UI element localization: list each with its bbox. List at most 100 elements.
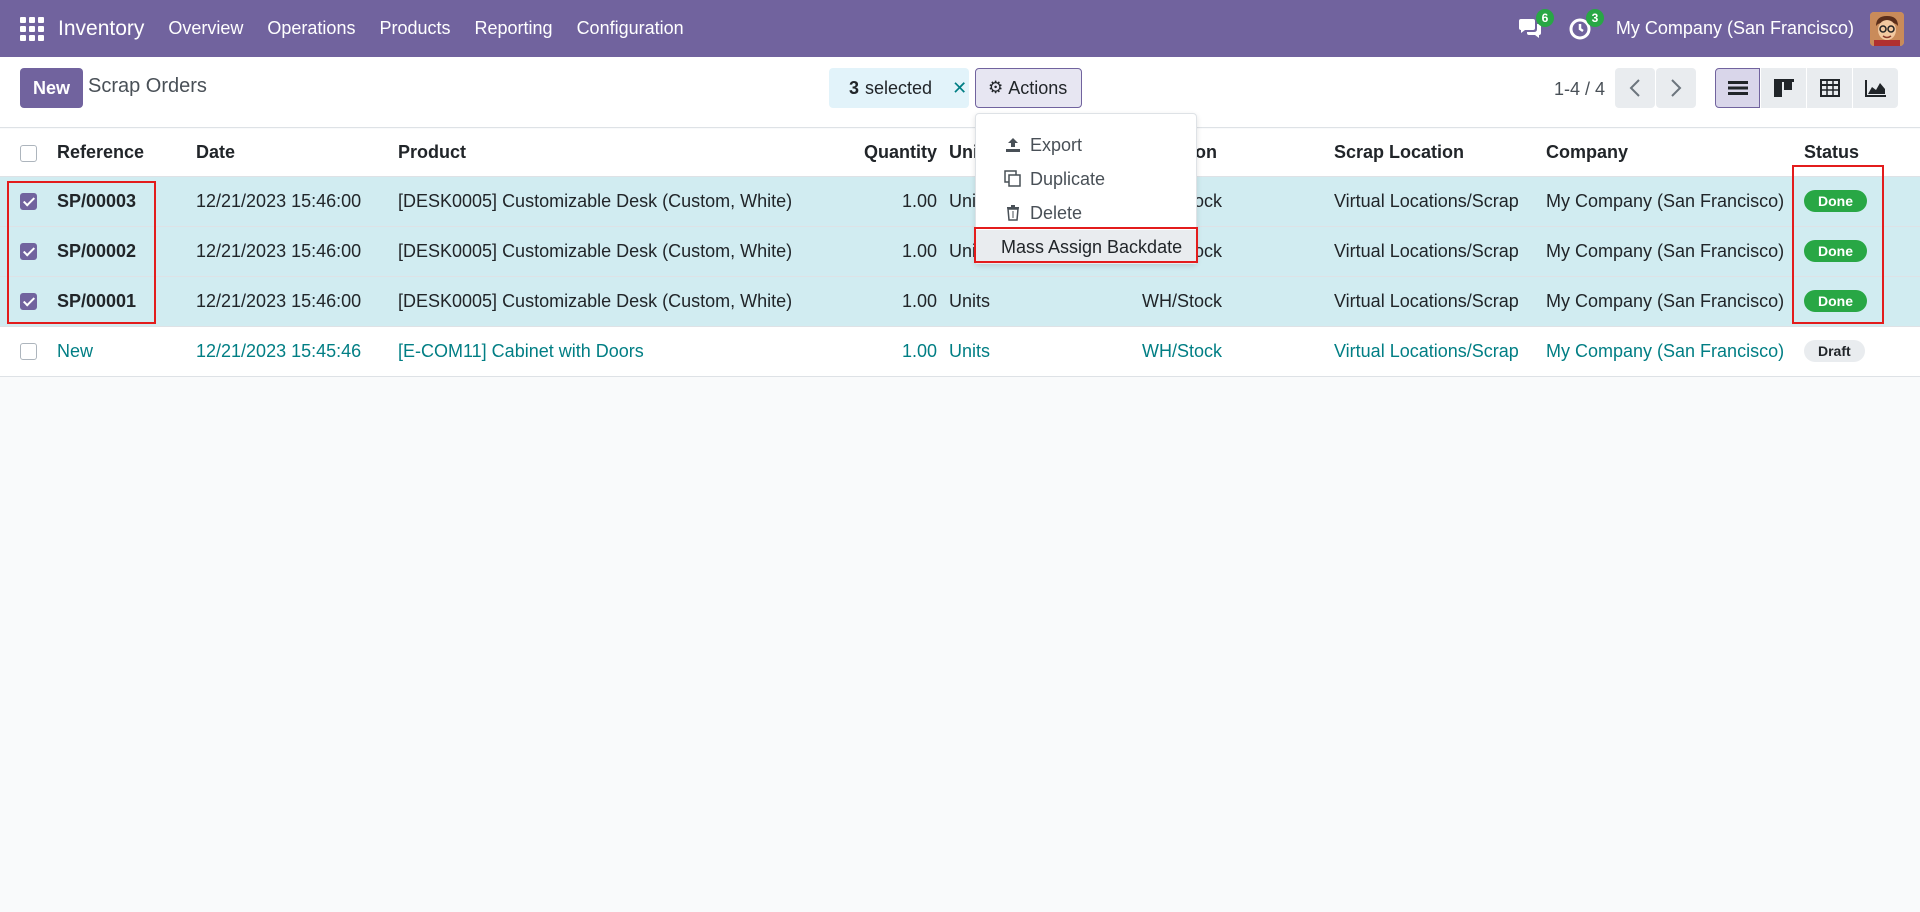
menu-item-label: Export	[1030, 134, 1083, 155]
cell-date: 12/21/2023 15:46:00	[196, 276, 398, 327]
cell-status: Done	[1804, 226, 1920, 277]
cell-status: Done	[1804, 176, 1920, 227]
column-reference[interactable]: Reference	[57, 129, 196, 177]
graph-view-button[interactable]	[1853, 68, 1898, 108]
cell-unit: Units	[949, 276, 1142, 327]
area-chart-icon	[1864, 80, 1886, 97]
table-row[interactable]: New 12/21/2023 15:45:46 [E-COM11] Cabine…	[0, 326, 1920, 377]
control-panel: New Scrap Orders 3 selected ✕ ⚙ Actions …	[0, 57, 1920, 128]
app-grid-icon[interactable]	[20, 16, 44, 41]
cell-location: WH/Stock	[1142, 276, 1334, 327]
messages-badge: 6	[1535, 8, 1554, 27]
cell-product: [E-COM11] Cabinet with Doors	[398, 326, 835, 377]
cell-status: Done	[1804, 276, 1920, 327]
cell-date: 12/21/2023 15:45:46	[196, 326, 398, 377]
cell-reference: SP/00002	[57, 226, 196, 277]
top-navbar: Inventory Overview Operations Products R…	[0, 0, 1920, 57]
cell-company: My Company (San Francisco)	[1546, 176, 1804, 227]
chevron-right-icon	[1671, 79, 1682, 97]
messages-button[interactable]: 6	[1516, 8, 1554, 43]
column-company[interactable]: Company	[1546, 129, 1804, 177]
cell-quantity: 1.00	[835, 176, 949, 227]
cell-company: My Company (San Francisco)	[1546, 276, 1804, 327]
select-all-cell	[0, 129, 57, 177]
cell-product: [DESK0005] Customizable Desk (Custom, Wh…	[398, 226, 835, 277]
selected-count: 3	[849, 77, 860, 98]
unselect-all-icon[interactable]: ✕	[952, 78, 967, 99]
cell-quantity: 1.00	[835, 326, 949, 377]
menu-operations[interactable]: Operations	[267, 18, 355, 39]
cell-scrap-location: Virtual Locations/Scrap	[1334, 176, 1546, 227]
table-row[interactable]: SP/00003 12/21/2023 15:46:00 [DESK0005] …	[0, 176, 1920, 227]
select-all-checkbox[interactable]	[20, 144, 37, 162]
actions-button[interactable]: ⚙ Actions	[975, 68, 1082, 108]
table-row[interactable]: SP/00001 12/21/2023 15:46:00 [DESK0005] …	[0, 276, 1920, 327]
upload-icon	[1004, 137, 1022, 153]
table-header-row: Reference Date Product Quantity Unit Loc…	[0, 129, 1920, 177]
column-scrap-location[interactable]: Scrap Location	[1334, 129, 1546, 177]
menu-configuration[interactable]: Configuration	[577, 18, 684, 39]
menu-item-duplicate[interactable]: Duplicate	[976, 162, 1196, 196]
app-brand[interactable]: Inventory	[58, 17, 144, 41]
new-button[interactable]: New	[20, 68, 83, 108]
status-badge: Draft	[1804, 340, 1865, 362]
kanban-view-button[interactable]	[1761, 68, 1806, 108]
cell-reference: New	[57, 326, 196, 377]
pager-previous-button[interactable]	[1615, 68, 1655, 108]
status-badge: Done	[1804, 290, 1867, 312]
table-row[interactable]: SP/00002 12/21/2023 15:46:00 [DESK0005] …	[0, 226, 1920, 277]
cell-scrap-location: Virtual Locations/Scrap	[1334, 326, 1546, 377]
pivot-view-button[interactable]	[1807, 68, 1852, 108]
column-date[interactable]: Date	[196, 129, 398, 177]
activities-badge: 3	[1585, 8, 1604, 27]
row-checkbox[interactable]	[20, 293, 37, 311]
gear-icon: ⚙	[988, 78, 1004, 97]
table-icon	[1819, 79, 1840, 97]
cell-product: [DESK0005] Customizable Desk (Custom, Wh…	[398, 176, 835, 227]
cell-date: 12/21/2023 15:46:00	[196, 226, 398, 277]
column-status[interactable]: Status	[1804, 129, 1920, 177]
cell-location: WH/Stock	[1142, 326, 1334, 377]
user-avatar[interactable]	[1870, 11, 1904, 46]
selected-label: selected	[865, 77, 933, 98]
column-quantity[interactable]: Quantity	[835, 129, 949, 177]
trash-icon	[1004, 205, 1022, 221]
column-product[interactable]: Product	[398, 129, 835, 177]
activities-button[interactable]: 3	[1566, 8, 1604, 43]
row-checkbox[interactable]	[20, 343, 37, 361]
avatar-face-icon	[1870, 11, 1904, 46]
cell-product: [DESK0005] Customizable Desk (Custom, Wh…	[398, 276, 835, 327]
cell-reference: SP/00001	[57, 276, 196, 327]
cell-scrap-location: Virtual Locations/Scrap	[1334, 276, 1546, 327]
cell-date: 12/21/2023 15:46:00	[196, 176, 398, 227]
copy-icon	[1004, 170, 1022, 188]
menu-item-label: Duplicate	[1030, 168, 1106, 189]
menu-item-delete[interactable]: Delete	[976, 196, 1196, 230]
selection-indicator: 3 selected ✕	[829, 68, 969, 108]
status-badge: Done	[1804, 240, 1867, 262]
menu-item-export[interactable]: Export	[976, 128, 1196, 162]
page-title[interactable]: Scrap Orders	[88, 75, 207, 98]
cell-company: My Company (San Francisco)	[1546, 226, 1804, 277]
row-checkbox[interactable]	[20, 193, 37, 211]
list-view-button[interactable]	[1715, 68, 1760, 108]
pager-next-button[interactable]	[1656, 68, 1696, 108]
menu-item-label: Delete	[1030, 202, 1083, 223]
cell-company: My Company (San Francisco)	[1546, 326, 1804, 377]
pager-value[interactable]: 1-4 / 4	[1554, 79, 1605, 100]
kanban-icon	[1773, 79, 1794, 97]
cell-quantity: 1.00	[835, 226, 949, 277]
scrap-orders-table: Reference Date Product Quantity Unit Loc…	[0, 129, 1920, 377]
menu-overview[interactable]: Overview	[168, 18, 243, 39]
actions-label: Actions	[1008, 77, 1068, 98]
actions-dropdown-menu: Export Duplicate Delete Mass Assign Back…	[975, 113, 1197, 264]
row-checkbox[interactable]	[20, 243, 37, 261]
menu-products[interactable]: Products	[379, 18, 450, 39]
cell-reference: SP/00003	[57, 176, 196, 227]
status-badge: Done	[1804, 190, 1867, 212]
company-switcher[interactable]: My Company (San Francisco)	[1616, 18, 1854, 39]
cell-scrap-location: Virtual Locations/Scrap	[1334, 226, 1546, 277]
list-icon	[1727, 81, 1748, 95]
menu-item-mass-assign-backdate[interactable]: Mass Assign Backdate	[976, 230, 1196, 264]
menu-reporting[interactable]: Reporting	[475, 18, 553, 39]
